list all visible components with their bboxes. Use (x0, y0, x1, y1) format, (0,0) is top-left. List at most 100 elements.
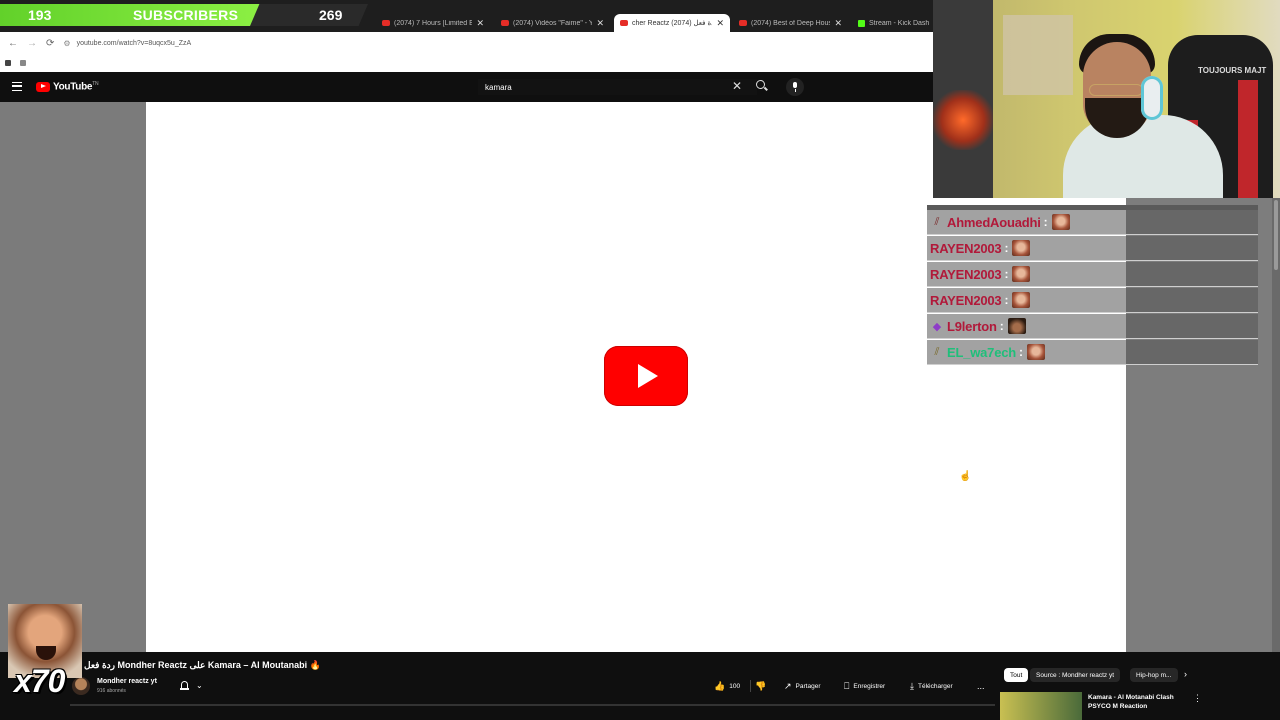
emote-combo-alert: x70 (8, 604, 82, 699)
emote-icon (1007, 318, 1026, 334)
share-icon: ↗ (784, 680, 792, 691)
slash-badge-icon: ⫽ (934, 345, 940, 358)
subscriber-label: SUBSCRIBERS (133, 7, 239, 23)
streamer-hoodie (1063, 115, 1223, 198)
thumbs-down-icon: 👎 (755, 680, 767, 691)
emote-icon (1012, 240, 1031, 256)
headset (1141, 76, 1163, 120)
chat-message: ◆ L9lerton : (927, 314, 1258, 339)
close-icon[interactable]: ✕ (596, 18, 604, 29)
chat-separator: : (999, 319, 1004, 333)
chat-message: RAYEN2003 : (927, 288, 1258, 313)
kick-icon (858, 19, 865, 27)
youtube-logo-icon (36, 81, 50, 92)
dislike-button[interactable]: 👎 (755, 678, 766, 694)
chip-source[interactable]: Source : Mondher reactz yt (1030, 668, 1121, 682)
thumbs-up-icon: 👍 (714, 680, 726, 691)
youtube-logo[interactable]: YouTubeTN (36, 81, 99, 92)
like-dislike-divider (750, 680, 751, 692)
purple-cube-badge-icon: ◆ (932, 320, 942, 333)
youtube-icon (382, 20, 390, 26)
subscriber-goal: 269 (319, 7, 343, 23)
download-button[interactable]: ⤓ Télécharger (910, 678, 953, 694)
chat-username: AhmedAouadhi (947, 214, 1041, 230)
chat-username: RAYEN2003 (930, 266, 1002, 282)
reload-icon[interactable]: ⟳ (46, 38, 54, 49)
close-icon[interactable]: ✕ (834, 18, 842, 29)
tab-title: (2074) Best of Deep House 20 (751, 19, 831, 27)
like-button[interactable]: 👍 100 (714, 678, 740, 694)
subscriber-goal-remaining (250, 4, 368, 26)
browser-tab-active[interactable]: cher Reactz ردة فعل (2074) ✕ (614, 14, 730, 32)
glasses (1089, 84, 1143, 96)
chip-hiphop[interactable]: Hip-hop m... (1130, 668, 1178, 682)
chat-message: RAYEN2003 : (927, 236, 1258, 261)
chat-username: RAYEN2003 (930, 240, 1002, 256)
left-margin (0, 102, 146, 652)
menu-icon[interactable] (12, 82, 22, 91)
save-label: Enregistrer (853, 682, 886, 690)
bookmark-icon[interactable] (20, 60, 26, 66)
bell-icon[interactable] (180, 681, 189, 690)
chat-separator: : (1004, 241, 1009, 255)
browser-tab[interactable]: (2074) 7 Hours [Limited Editio ✕ (376, 14, 490, 32)
more-icon: ... (977, 681, 985, 691)
play-button[interactable] (604, 346, 688, 406)
chip-all[interactable]: Tout (1004, 668, 1029, 682)
forward-icon[interactable]: → (27, 38, 37, 49)
channel-subscribers: 916 abonnés (97, 688, 126, 694)
search-icon[interactable] (756, 80, 765, 89)
led-lights (933, 90, 993, 150)
microphone-icon[interactable] (786, 78, 804, 96)
chevron-down-icon[interactable]: ⌄ (196, 681, 203, 690)
subscriber-goal-banner: 193 SUBSCRIBERS 269 (0, 4, 370, 26)
chat-username: RAYEN2003 (930, 292, 1002, 308)
bookmark-icon: ⎕ (844, 680, 850, 691)
youtube-icon (501, 20, 509, 26)
recommendation-title[interactable]: Kamara - Al Motanabi Clash PSYCO M React… (1088, 693, 1178, 711)
browser-tab[interactable]: (2074) Vidéos "Faime" - YouTu ✕ (495, 14, 610, 32)
close-icon[interactable]: ✕ (716, 18, 724, 29)
browser-tab[interactable]: (2074) Best of Deep House 20 ✕ (733, 14, 848, 32)
scrollbar-thumb[interactable] (1274, 200, 1278, 270)
url-field[interactable]: youtube.com/watch?v=8uqcx5u_ZzA (77, 40, 192, 47)
emote-icon (1051, 214, 1070, 230)
download-icon: ⤓ (910, 680, 914, 691)
share-button[interactable]: ↗ Partager (784, 678, 820, 694)
share-label: Partager (795, 682, 821, 690)
address-bar: ← → ⟳ ⚙ youtube.com/watch?v=8uqcx5u_ZzA (0, 32, 935, 54)
emote-icon (1027, 344, 1046, 360)
chat-separator: : (1019, 345, 1024, 359)
chat-message: RAYEN2003 : (927, 262, 1258, 287)
webcam-feed: TOUJOURS MAJT (933, 0, 1280, 198)
search-input[interactable] (478, 79, 757, 95)
bookmark-icon[interactable] (5, 60, 11, 66)
tab-title: (2074) Vidéos "Faime" - YouTu (513, 19, 593, 27)
subscriber-count: 193 (28, 7, 52, 23)
download-label: Télécharger (917, 682, 953, 690)
site-info-icon[interactable]: ⚙ (63, 39, 70, 48)
save-button[interactable]: ⎕ Enregistrer (844, 678, 885, 694)
youtube-icon (739, 20, 747, 26)
chat-separator: : (1004, 293, 1009, 307)
browser-tab[interactable]: Stream - Kick Dashboar (852, 14, 935, 32)
video-title: ردة فعل Mondher Reactz على Kamara – Al M… (84, 660, 321, 670)
clear-search-icon[interactable]: ✕ (732, 79, 742, 93)
back-icon[interactable]: ← (8, 38, 18, 49)
channel-name[interactable]: Mondher reactz yt (97, 678, 157, 685)
chat-separator: : (1004, 267, 1009, 281)
slash-badge-icon: ⫽ (934, 215, 940, 228)
divider (70, 704, 995, 706)
kebab-menu-icon[interactable]: ⋮ (1193, 693, 1202, 704)
youtube-country-code: TN (92, 81, 99, 87)
chat-overlay: ⫽ AhmedAouadhi : RAYEN2003 : RAYEN2003 :… (927, 205, 1258, 365)
chat-message: ⫽ EL_wa7ech : (927, 340, 1258, 365)
youtube-icon (620, 20, 628, 26)
recommendation-thumbnail[interactable] (1000, 692, 1082, 720)
chat-message: ⫽ AhmedAouadhi : (927, 210, 1258, 235)
chevron-right-icon[interactable]: › (1184, 669, 1187, 679)
close-icon[interactable]: ✕ (476, 18, 484, 29)
more-actions-button[interactable]: ... (977, 678, 985, 694)
like-count: 100 (729, 682, 741, 690)
wall-posters (1003, 15, 1073, 95)
